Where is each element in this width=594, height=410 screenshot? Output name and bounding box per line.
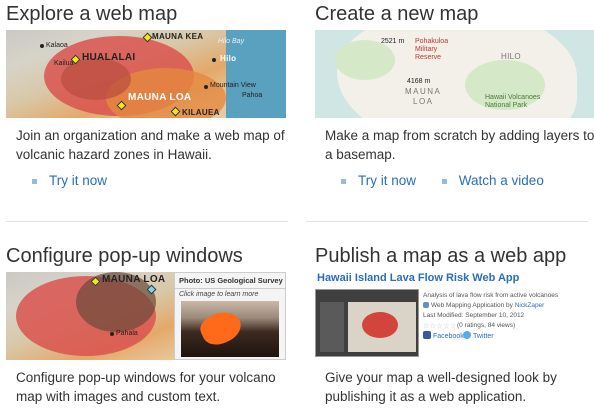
label-hilo: Hilo (220, 54, 237, 63)
rating-stars-icon[interactable]: ☆☆☆☆☆ (423, 322, 457, 330)
label-loa: LOA (413, 97, 434, 106)
label-national-park: Hawaii Volcanoes National Park (485, 94, 541, 109)
label-mountain-view: Mountain View (210, 82, 256, 89)
town-dot-icon (212, 58, 216, 62)
try-it-now-link[interactable]: Try it now (341, 173, 416, 188)
try-it-now-link[interactable]: Try it now (32, 173, 107, 188)
web-app-thumbnail[interactable]: Hawaii Island Lava Flow Risk Web App Ana… (315, 272, 594, 360)
popup-map-thumbnail[interactable]: MAUNA LOA Pahala Photo: US Geological Su… (6, 272, 286, 360)
label-hilo-bay: Hilo Bay (218, 38, 245, 45)
card-links: Try it now Watch a video (315, 173, 594, 188)
watch-video-link[interactable]: Watch a video (442, 173, 544, 188)
card-create-new-map: Create a new map 2521 m Pohakuloa Milita… (315, 2, 594, 188)
popup-subtitle: Click image to learn more (179, 291, 259, 298)
card-title[interactable]: Create a new map (315, 2, 594, 30)
card-links: Try it now (6, 173, 288, 188)
label-pahala: Pahala (116, 330, 138, 337)
card-title[interactable]: Configure pop-up windows (6, 244, 288, 272)
web-app-type: Web Mapping Application by NickZaper (423, 302, 544, 309)
hazard-map-thumbnail[interactable]: MAUNA KEA Kalaoa HUALALAI Kailua Hilo Ba… (6, 30, 286, 118)
label-kalaoa: Kalaoa (46, 42, 68, 49)
vegetation-area (335, 40, 395, 80)
twitter-icon (463, 331, 471, 339)
label-elevation-loa: 4168 m (407, 78, 431, 85)
card-description: Join an organization and make a web map … (16, 128, 285, 162)
label-hualalai: HUALALAI (82, 52, 136, 63)
row-divider (6, 221, 288, 222)
label-pahoa: Pahoa (242, 92, 263, 99)
card-explore-web-map: Explore a web map MAUNA KEA Kalaoa HUALA… (6, 2, 288, 188)
label-kailua: Kailua (54, 60, 74, 67)
row-divider (306, 221, 588, 222)
label-kilauea: KILAUEA (182, 108, 220, 117)
author-link[interactable]: NickZaper (515, 302, 545, 309)
town-dot-icon (40, 44, 44, 48)
label-mauna: MAUNA (405, 87, 442, 96)
web-app-icon (423, 302, 429, 308)
label-military-reserve: Pohakuloa Military Reserve (415, 38, 449, 61)
town-dot-icon (110, 332, 114, 336)
basemap-thumbnail[interactable]: 2521 m Pohakuloa Military Reserve HILO 4… (315, 30, 594, 118)
card-description: Make a map from scratch by adding layers… (325, 128, 594, 162)
label-elevation-summit: 2521 m (381, 38, 405, 45)
label-mauna-loa: MAUNA LOA (102, 274, 166, 285)
label-mauna-kea: MAUNA KEA (152, 32, 204, 41)
card-title[interactable]: Publish a map as a web app (315, 244, 594, 272)
web-app-summary: Analysis of lava flow risk from active v… (423, 292, 559, 299)
card-description: Configure pop-up windows for your volcan… (16, 370, 276, 404)
popup-window[interactable]: Photo: US Geological Survey Click image … (174, 272, 286, 360)
card-title[interactable]: Explore a web map (6, 2, 288, 30)
popup-title: Photo: US Geological Survey (175, 273, 285, 289)
facebook-share[interactable]: Facebook (423, 331, 464, 340)
card-publish-web-app: Publish a map as a web app Hawaii Island… (315, 244, 594, 406)
label-mauna-loa: MAUNA LOA (128, 92, 192, 103)
twitter-share[interactable]: Twitter (463, 331, 494, 340)
web-app-screenshot[interactable] (315, 289, 419, 357)
app-risk-zone (362, 312, 398, 338)
town-dot-icon (204, 85, 208, 89)
label-hilo: HILO (501, 52, 521, 61)
card-description: Give your map a well-designed look by pu… (325, 370, 557, 404)
last-modified: Last Modified: September 10, 2012 (423, 312, 525, 319)
web-app-title[interactable]: Hawaii Island Lava Flow Risk Web App (317, 272, 519, 284)
card-configure-popups: Configure pop-up windows MAUNA LOA Pahal… (6, 244, 288, 406)
app-sidebar (320, 302, 344, 352)
rating-count: (0 ratings, 84 views) (457, 322, 516, 329)
facebook-icon (423, 331, 431, 339)
